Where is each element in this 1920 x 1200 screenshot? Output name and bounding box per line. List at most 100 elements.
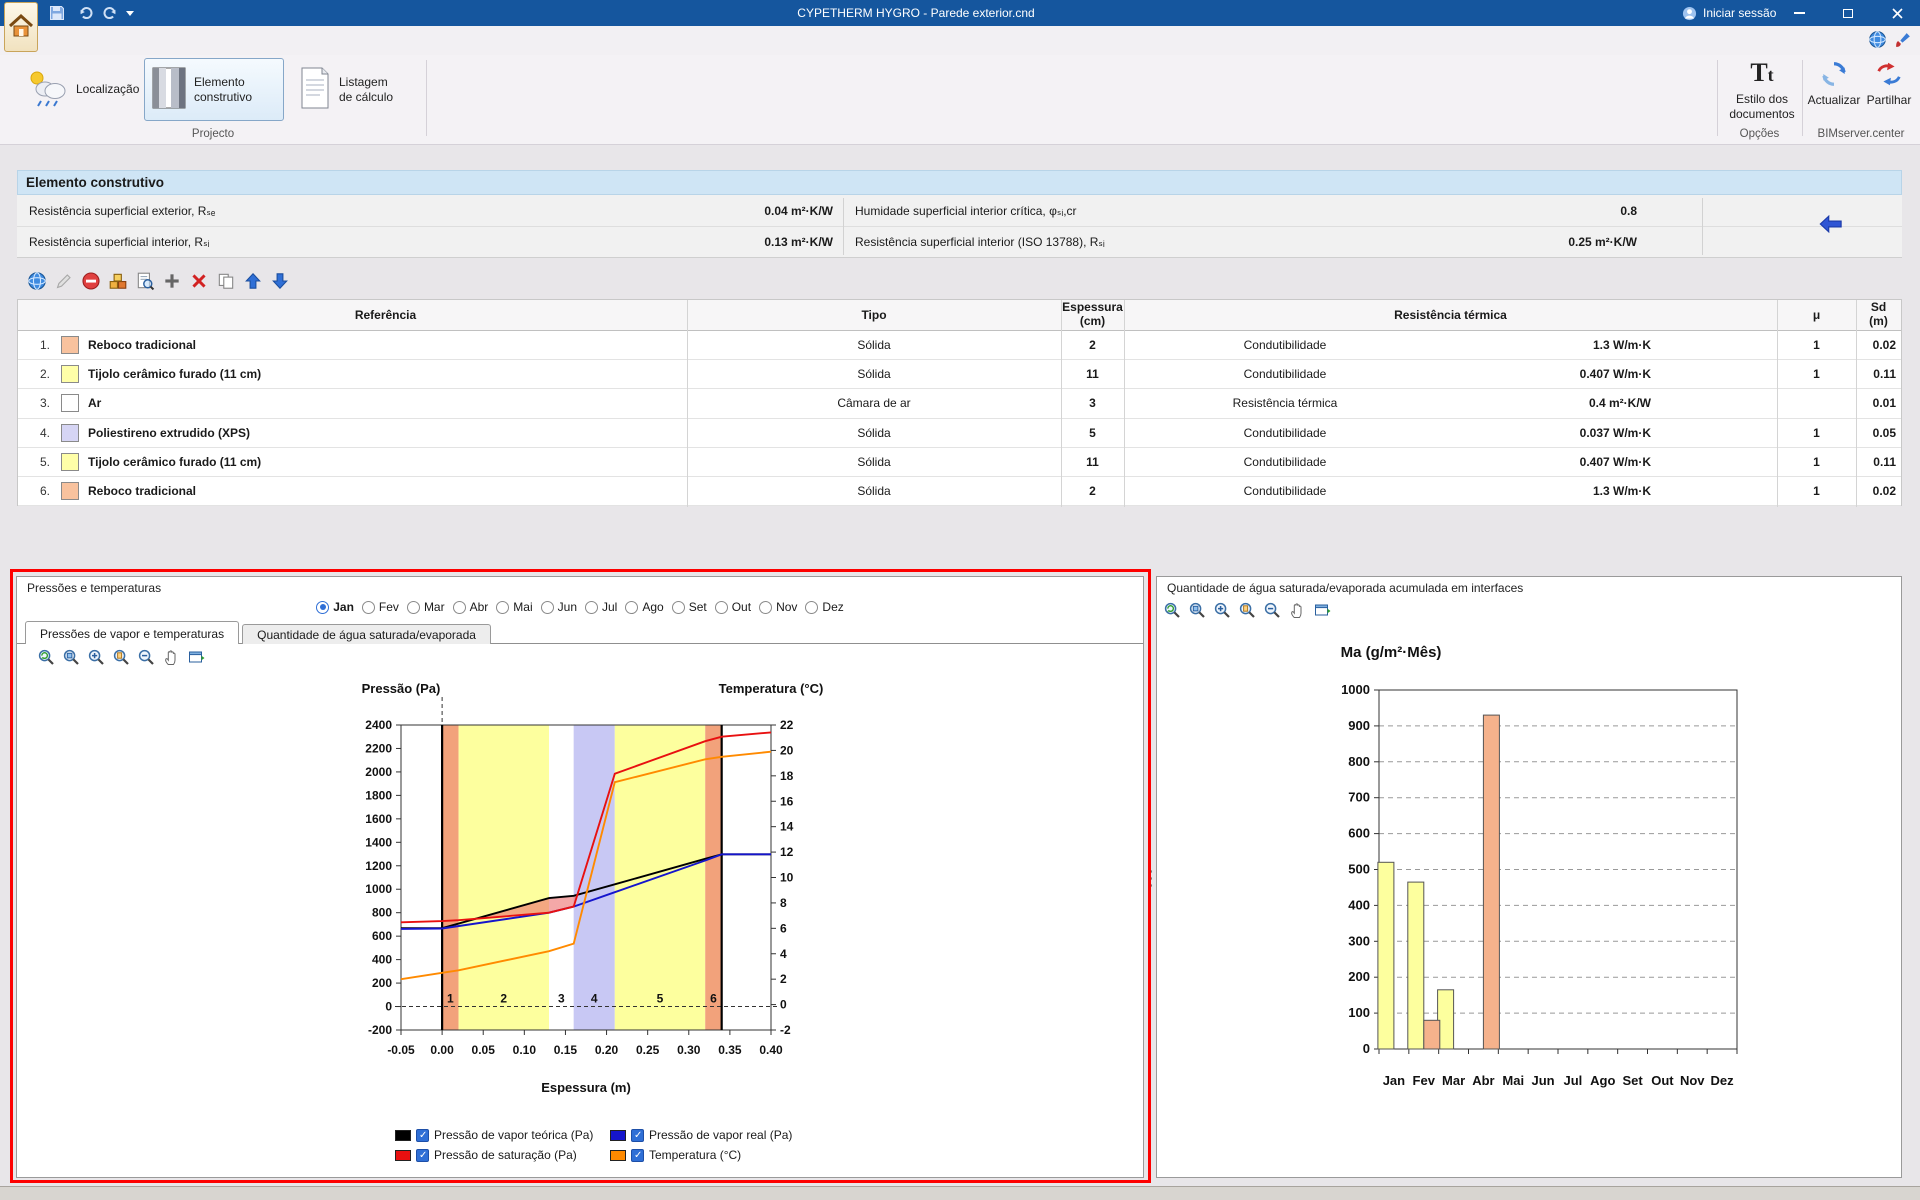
layer-row[interactable]: 2. Tijolo cerâmico furado (11 cm) Sólida… (18, 360, 1901, 390)
month-radio-mai[interactable]: Mai (496, 600, 533, 614)
zoom-out-icon[interactable] (1263, 601, 1282, 620)
series-checkbox[interactable] (631, 1148, 644, 1162)
radio-icon (714, 600, 728, 614)
export-icon[interactable] (1313, 601, 1332, 620)
home-icon (8, 13, 34, 42)
svg-text:0.00: 0.00 (430, 1043, 454, 1057)
pan-icon[interactable] (162, 648, 181, 667)
no-entry-icon[interactable] (81, 271, 101, 291)
back-arrow-button[interactable] (1815, 214, 1847, 235)
month-radio-jun[interactable]: Jun (540, 600, 577, 614)
layer-row[interactable]: 4. Poliestireno extrudido (XPS) Sólida 5… (18, 419, 1901, 448)
svg-text:20: 20 (780, 743, 794, 757)
cell-referencia: Poliestireno extrudido (XPS) (88, 425, 251, 440)
series-checkbox[interactable] (416, 1128, 429, 1142)
globe-icon[interactable] (27, 271, 47, 291)
undo-icon[interactable] (77, 4, 95, 22)
zoom-window-icon[interactable] (1188, 601, 1207, 620)
svg-text:1800: 1800 (365, 788, 392, 802)
month-radio-jan[interactable]: Jan (316, 600, 354, 614)
svg-text:18: 18 (780, 769, 794, 783)
water-quantity-chart[interactable]: Ma (g/m²·Mês) 0 100 200 300 400 500 600 700 800 90… (1157, 631, 1901, 1111)
cell-resistencia-value: 0.407 W/m·K (1579, 367, 1651, 382)
zoom-in-icon[interactable] (1213, 601, 1232, 620)
panel-splitter[interactable] (1147, 858, 1153, 898)
zoom-reset-icon[interactable] (1163, 601, 1182, 620)
toolbar-options-caret-icon[interactable] (126, 11, 134, 16)
layer-row[interactable]: 3. Ar Câmara de ar 3 Resistência térmica… (18, 389, 1901, 419)
svg-text:-200: -200 (368, 1023, 392, 1037)
zoom-page-icon[interactable] (1238, 601, 1257, 620)
month-radio-set[interactable]: Set (671, 600, 707, 614)
plus-icon[interactable] (162, 271, 182, 291)
month-radio-out[interactable]: Out (714, 600, 751, 614)
save-icon[interactable] (48, 4, 66, 22)
pan-icon[interactable] (1288, 601, 1307, 620)
blocks-icon[interactable] (108, 271, 128, 291)
app-menu-button[interactable] (4, 2, 38, 52)
export-icon[interactable] (187, 648, 206, 667)
sign-in-button[interactable]: Iniciar sessão (1682, 0, 1776, 26)
svg-text:-0.05: -0.05 (387, 1043, 415, 1057)
layer-color-swatch (56, 477, 84, 505)
pressure-temperature-chart[interactable]: Pressão (Pa) Temperatura (°C) Espessura (m… (17, 673, 1143, 1121)
maximize-button[interactable] (1828, 0, 1868, 26)
paintbrush-icon[interactable] (1894, 30, 1913, 49)
svg-text:400: 400 (1348, 897, 1370, 912)
zoom-out-icon[interactable] (137, 648, 156, 667)
svg-text:0.10: 0.10 (513, 1043, 537, 1057)
layer-color-swatch (56, 360, 84, 388)
month-radio-dez[interactable]: Dez (805, 600, 844, 614)
legend-item: Pressão de vapor teórica (Pa) (395, 1125, 593, 1145)
ribbon-button-partilhar[interactable]: Partilhar (1862, 58, 1916, 121)
month-radio-ago[interactable]: Ago (625, 600, 664, 614)
month-radio-nov[interactable]: Nov (759, 600, 797, 614)
ribbon-button-localizacao[interactable]: Localização (18, 58, 142, 121)
ribbon-button-listagem-calculo[interactable]: Listagem de cálculo (291, 58, 423, 121)
row-number: 6. (39, 484, 50, 499)
layer-row[interactable]: 1. Reboco tradicional Sólida 2 Condutibi… (18, 331, 1901, 361)
minimize-button[interactable] (1779, 0, 1819, 26)
month-radio-fev[interactable]: Fev (361, 600, 399, 614)
month-radio-jul[interactable]: Jul (585, 600, 617, 614)
tab-pressoes-vapor[interactable]: Pressões de vapor e temperaturas (25, 621, 240, 644)
radio-icon (540, 600, 554, 614)
svg-text:1000: 1000 (1341, 682, 1370, 697)
column-header-tipo: Tipo (861, 308, 887, 322)
svg-text:Jul: Jul (1564, 1073, 1583, 1088)
layer-row[interactable]: 5. Tijolo cerâmico furado (11 cm) Sólida… (18, 448, 1901, 477)
arrow-up-icon[interactable] (243, 271, 263, 291)
tab-quantidade-agua[interactable]: Quantidade de água saturada/evaporada (242, 624, 491, 644)
pencil-icon[interactable] (54, 271, 74, 291)
ribbon-button-actualizar[interactable]: Actualizar (1806, 58, 1862, 121)
month-radio-mar[interactable]: Mar (406, 600, 445, 614)
layer-row[interactable]: 6. Reboco tradicional Sólida 2 Condutibi… (18, 477, 1901, 507)
copy-icon[interactable] (216, 271, 236, 291)
series-checkbox[interactable] (416, 1148, 429, 1162)
redo-icon[interactable] (101, 4, 119, 22)
month-radio-abr[interactable]: Abr (452, 600, 488, 614)
zoom-page-icon[interactable] (112, 648, 131, 667)
month-label: Dez (822, 600, 844, 614)
table-header: Referência Tipo Espessura (cm) Resistênci… (18, 300, 1901, 331)
sign-in-label: Iniciar sessão (1703, 6, 1777, 20)
close-button[interactable] (1877, 0, 1917, 26)
series-checkbox[interactable] (631, 1128, 644, 1142)
panel-title: Pressões e temperaturas (27, 581, 162, 595)
zoom-reset-icon[interactable] (37, 648, 56, 667)
arrow-down-icon[interactable] (270, 271, 290, 291)
property-value: 0.25 m²·K/W (1568, 234, 1637, 249)
ribbon-button-estilo-documentos[interactable]: Tt Estilo dos documentos (1720, 58, 1804, 122)
svg-text:600: 600 (1348, 826, 1370, 841)
column-divider (1777, 300, 1778, 507)
column-header-resistencia: Resistência térmica (1394, 308, 1507, 322)
zoom-window-icon[interactable] (62, 648, 81, 667)
ribbon-button-elemento-construtivo[interactable]: Elemento construtivo (144, 58, 284, 121)
delete-x-icon[interactable] (189, 271, 209, 291)
zoom-in-icon[interactable] (87, 648, 106, 667)
cell-espessura: 2 (1089, 338, 1096, 353)
globe-icon[interactable] (1868, 30, 1887, 49)
series-color-swatch (395, 1149, 411, 1161)
sheet-magnifier-icon[interactable] (135, 271, 155, 291)
radio-icon (759, 600, 773, 614)
